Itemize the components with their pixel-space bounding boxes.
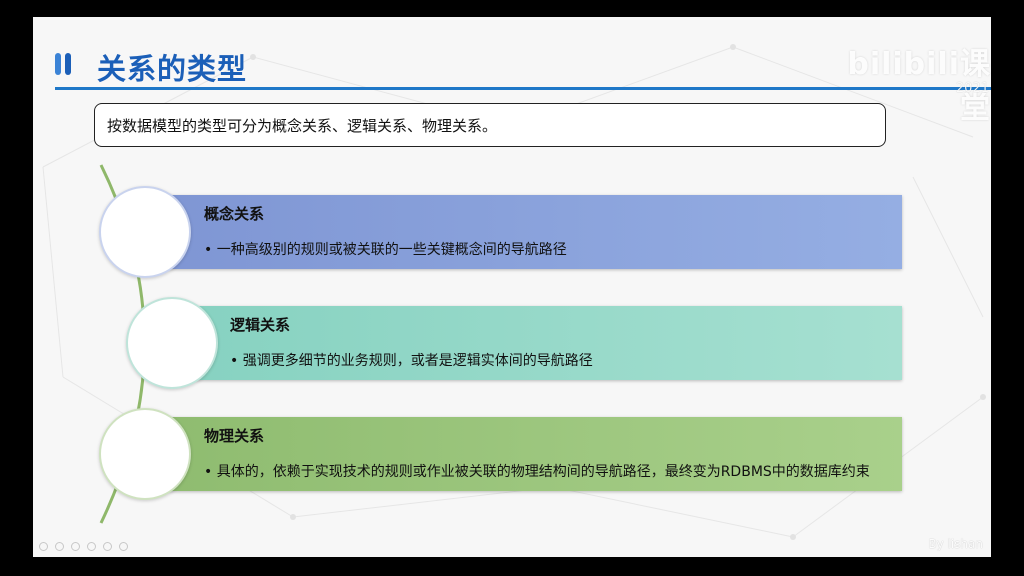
zoom-icon[interactable] bbox=[103, 542, 112, 551]
intro-text: 按数据模型的类型可分为概念关系、逻辑关系、物理关系。 bbox=[107, 116, 498, 135]
relation-card-physical: 物理关系 • 具体的，依赖于实现技术的规则或作业被关联的物理结构间的导航路径，最… bbox=[169, 417, 902, 491]
relation-card-logical: 逻辑关系 • 强调更多细节的业务规则，或者是逻辑实体间的导航路径 bbox=[195, 306, 902, 380]
watermark-year: 2021 bbox=[955, 81, 989, 96]
card-circle-logical bbox=[126, 297, 218, 389]
intro-box: 按数据模型的类型可分为概念关系、逻辑关系、物理关系。 bbox=[94, 103, 886, 147]
card-description: • 具体的，依赖于实现技术的规则或作业被关联的物理结构间的导航路径，最终变为RD… bbox=[204, 464, 870, 480]
slide: 关系的类型 bilibili课堂 2021 按数据模型的类型可分为概念关系、逻辑… bbox=[33, 17, 991, 557]
card-circle-conceptual bbox=[99, 186, 191, 278]
card-description: • 强调更多细节的业务规则，或者是逻辑实体间的导航路径 bbox=[230, 353, 593, 369]
prev-slide-icon[interactable] bbox=[39, 542, 48, 551]
card-description: • 一种高级别的规则或被关联的一些关键概念间的导航路径 bbox=[204, 242, 567, 258]
card-circle-physical bbox=[99, 408, 191, 500]
card-title: 物理关系 bbox=[204, 427, 265, 445]
highlighter-icon[interactable] bbox=[87, 542, 96, 551]
next-slide-icon[interactable] bbox=[55, 542, 64, 551]
card-title: 概念关系 bbox=[204, 205, 265, 223]
slide-title: 关系的类型 bbox=[97, 52, 248, 86]
relation-card-conceptual: 概念关系 • 一种高级别的规则或被关联的一些关键概念间的导航路径 bbox=[169, 195, 902, 269]
more-icon[interactable] bbox=[119, 542, 128, 551]
title-bars-icon bbox=[55, 53, 75, 75]
author-credit: By lishan bbox=[928, 537, 983, 551]
card-title: 逻辑关系 bbox=[230, 316, 291, 334]
pen-icon[interactable] bbox=[71, 542, 80, 551]
slide-controls bbox=[39, 542, 128, 551]
